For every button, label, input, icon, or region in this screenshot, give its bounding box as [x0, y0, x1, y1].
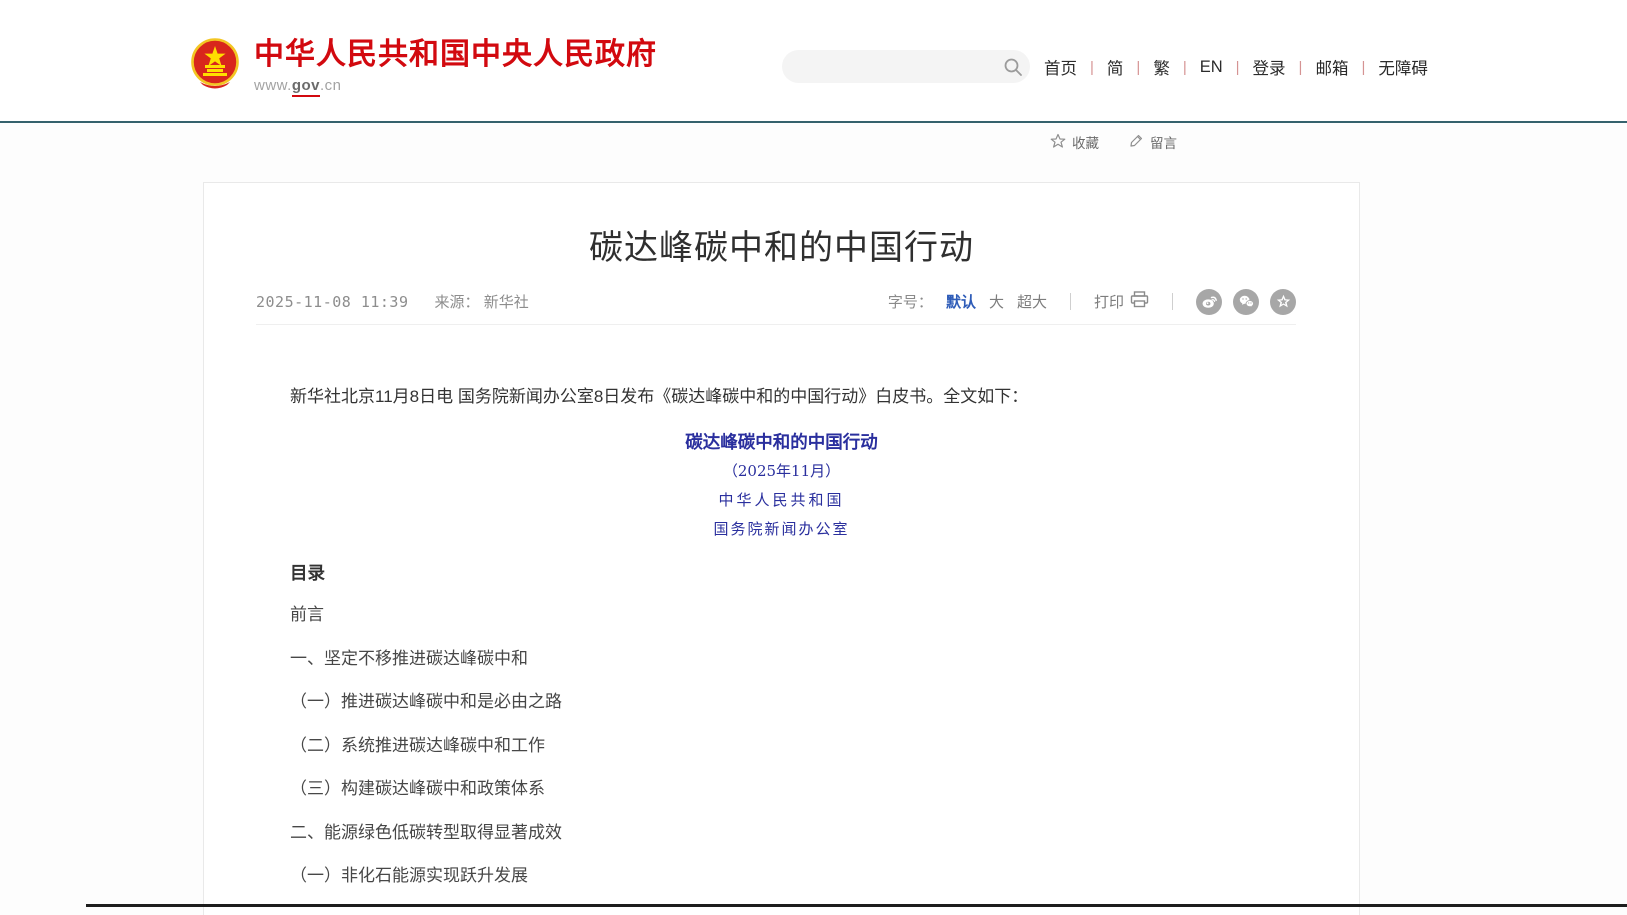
star-icon: [1050, 133, 1066, 152]
favorite-button[interactable]: 收藏: [1050, 132, 1099, 152]
publish-date: 2025-11-08 11:39: [256, 293, 409, 311]
nav-link-simplified[interactable]: 简: [1094, 55, 1137, 79]
font-size-xlarge-button[interactable]: 超大: [1017, 291, 1047, 312]
article-meta-bar: 2025-11-08 11:39 来源： 新华社 字号： 默认 大 超大 打印: [256, 289, 1296, 325]
search-bar: [782, 50, 1030, 83]
nav-link-english[interactable]: EN: [1187, 58, 1236, 77]
share-buttons: [1196, 289, 1296, 315]
printer-icon: [1130, 291, 1149, 312]
nav-link-accessibility[interactable]: 无障碍: [1365, 55, 1441, 79]
document-title: 碳达峰碳中和的中国行动: [204, 429, 1359, 454]
source-value: 新华社: [484, 294, 529, 311]
toc-item: 前言: [290, 603, 562, 626]
top-navigation: 首页| 简| 繁| EN| 登录| 邮箱| 无障碍: [1044, 55, 1441, 79]
page: 中华人民共和国中央人民政府 www.gov.cn 首页| 简| 繁| EN| 登…: [0, 0, 1627, 915]
comment-button[interactable]: 留言: [1129, 132, 1177, 152]
document-org-line2: 国务院新闻办公室: [204, 518, 1359, 539]
nav-link-home[interactable]: 首页: [1044, 55, 1090, 79]
site-logo-link[interactable]: 中华人民共和国中央人民政府 www.gov.cn: [190, 38, 657, 97]
toc-item: （一）推进碳达峰碳中和是必由之路: [290, 690, 562, 713]
toc-heading: 目录: [290, 560, 325, 585]
nav-link-traditional[interactable]: 繁: [1140, 55, 1183, 79]
font-size-default-button[interactable]: 默认: [946, 291, 976, 312]
meta-separator: [1172, 293, 1173, 310]
toc-item: 一、坚定不移推进碳达峰碳中和: [290, 647, 562, 670]
search-icon[interactable]: [996, 57, 1030, 77]
wechat-icon[interactable]: [1233, 289, 1259, 315]
document-org-line1: 中华人民共和国: [204, 489, 1359, 510]
article-title: 碳达峰碳中和的中国行动: [204, 220, 1359, 269]
search-input[interactable]: [782, 50, 996, 83]
meta-right: 字号： 默认 大 超大 打印: [888, 289, 1296, 315]
meta-left: 2025-11-08 11:39 来源： 新华社: [256, 291, 529, 312]
toc-item: 二、能源绿色低碳转型取得显著成效: [290, 821, 562, 844]
page-action-row: 收藏 留言: [1050, 132, 1177, 152]
weibo-icon[interactable]: [1196, 289, 1222, 315]
header-divider: [0, 121, 1627, 123]
source-label: 来源：: [435, 294, 480, 311]
favorite-label: 收藏: [1072, 132, 1099, 152]
source-group: 来源： 新华社: [435, 291, 529, 312]
site-title: 中华人民共和国中央人民政府: [254, 38, 657, 71]
site-url: www.gov.cn: [254, 77, 657, 94]
font-size-label: 字号：: [888, 291, 933, 312]
national-emblem-icon: [190, 38, 240, 97]
share-star-icon[interactable]: [1270, 289, 1296, 315]
site-header: 中华人民共和国中央人民政府 www.gov.cn 首页| 简| 繁| EN| 登…: [0, 0, 1627, 121]
nav-link-login[interactable]: 登录: [1240, 55, 1299, 79]
table-of-contents: 前言 一、坚定不移推进碳达峰碳中和 （一）推进碳达峰碳中和是必由之路 （二）系统…: [290, 603, 562, 887]
font-size-large-button[interactable]: 大: [989, 291, 1004, 312]
print-label: 打印: [1094, 291, 1124, 312]
toc-item: （三）构建碳达峰碳中和政策体系: [290, 777, 562, 800]
logo-text: 中华人民共和国中央人民政府 www.gov.cn: [254, 38, 657, 94]
document-date: （2025年11月）: [204, 460, 1359, 481]
toc-item: （一）非化石能源实现跃升发展: [290, 864, 562, 887]
toc-item: （二）系统推进碳达峰碳中和工作: [290, 734, 562, 757]
article-card: 碳达峰碳中和的中国行动 2025-11-08 11:39 来源： 新华社 字号：…: [203, 182, 1360, 915]
lead-paragraph: 新华社北京11月8日电 国务院新闻办公室8日发布《碳达峰碳中和的中国行动》白皮书…: [256, 383, 1307, 410]
nav-link-mail[interactable]: 邮箱: [1302, 55, 1361, 79]
pencil-icon: [1129, 133, 1144, 151]
meta-separator: [1070, 293, 1071, 310]
print-button[interactable]: 打印: [1094, 291, 1149, 312]
comment-label: 留言: [1150, 132, 1177, 152]
bottom-edge-line: [86, 904, 1627, 907]
